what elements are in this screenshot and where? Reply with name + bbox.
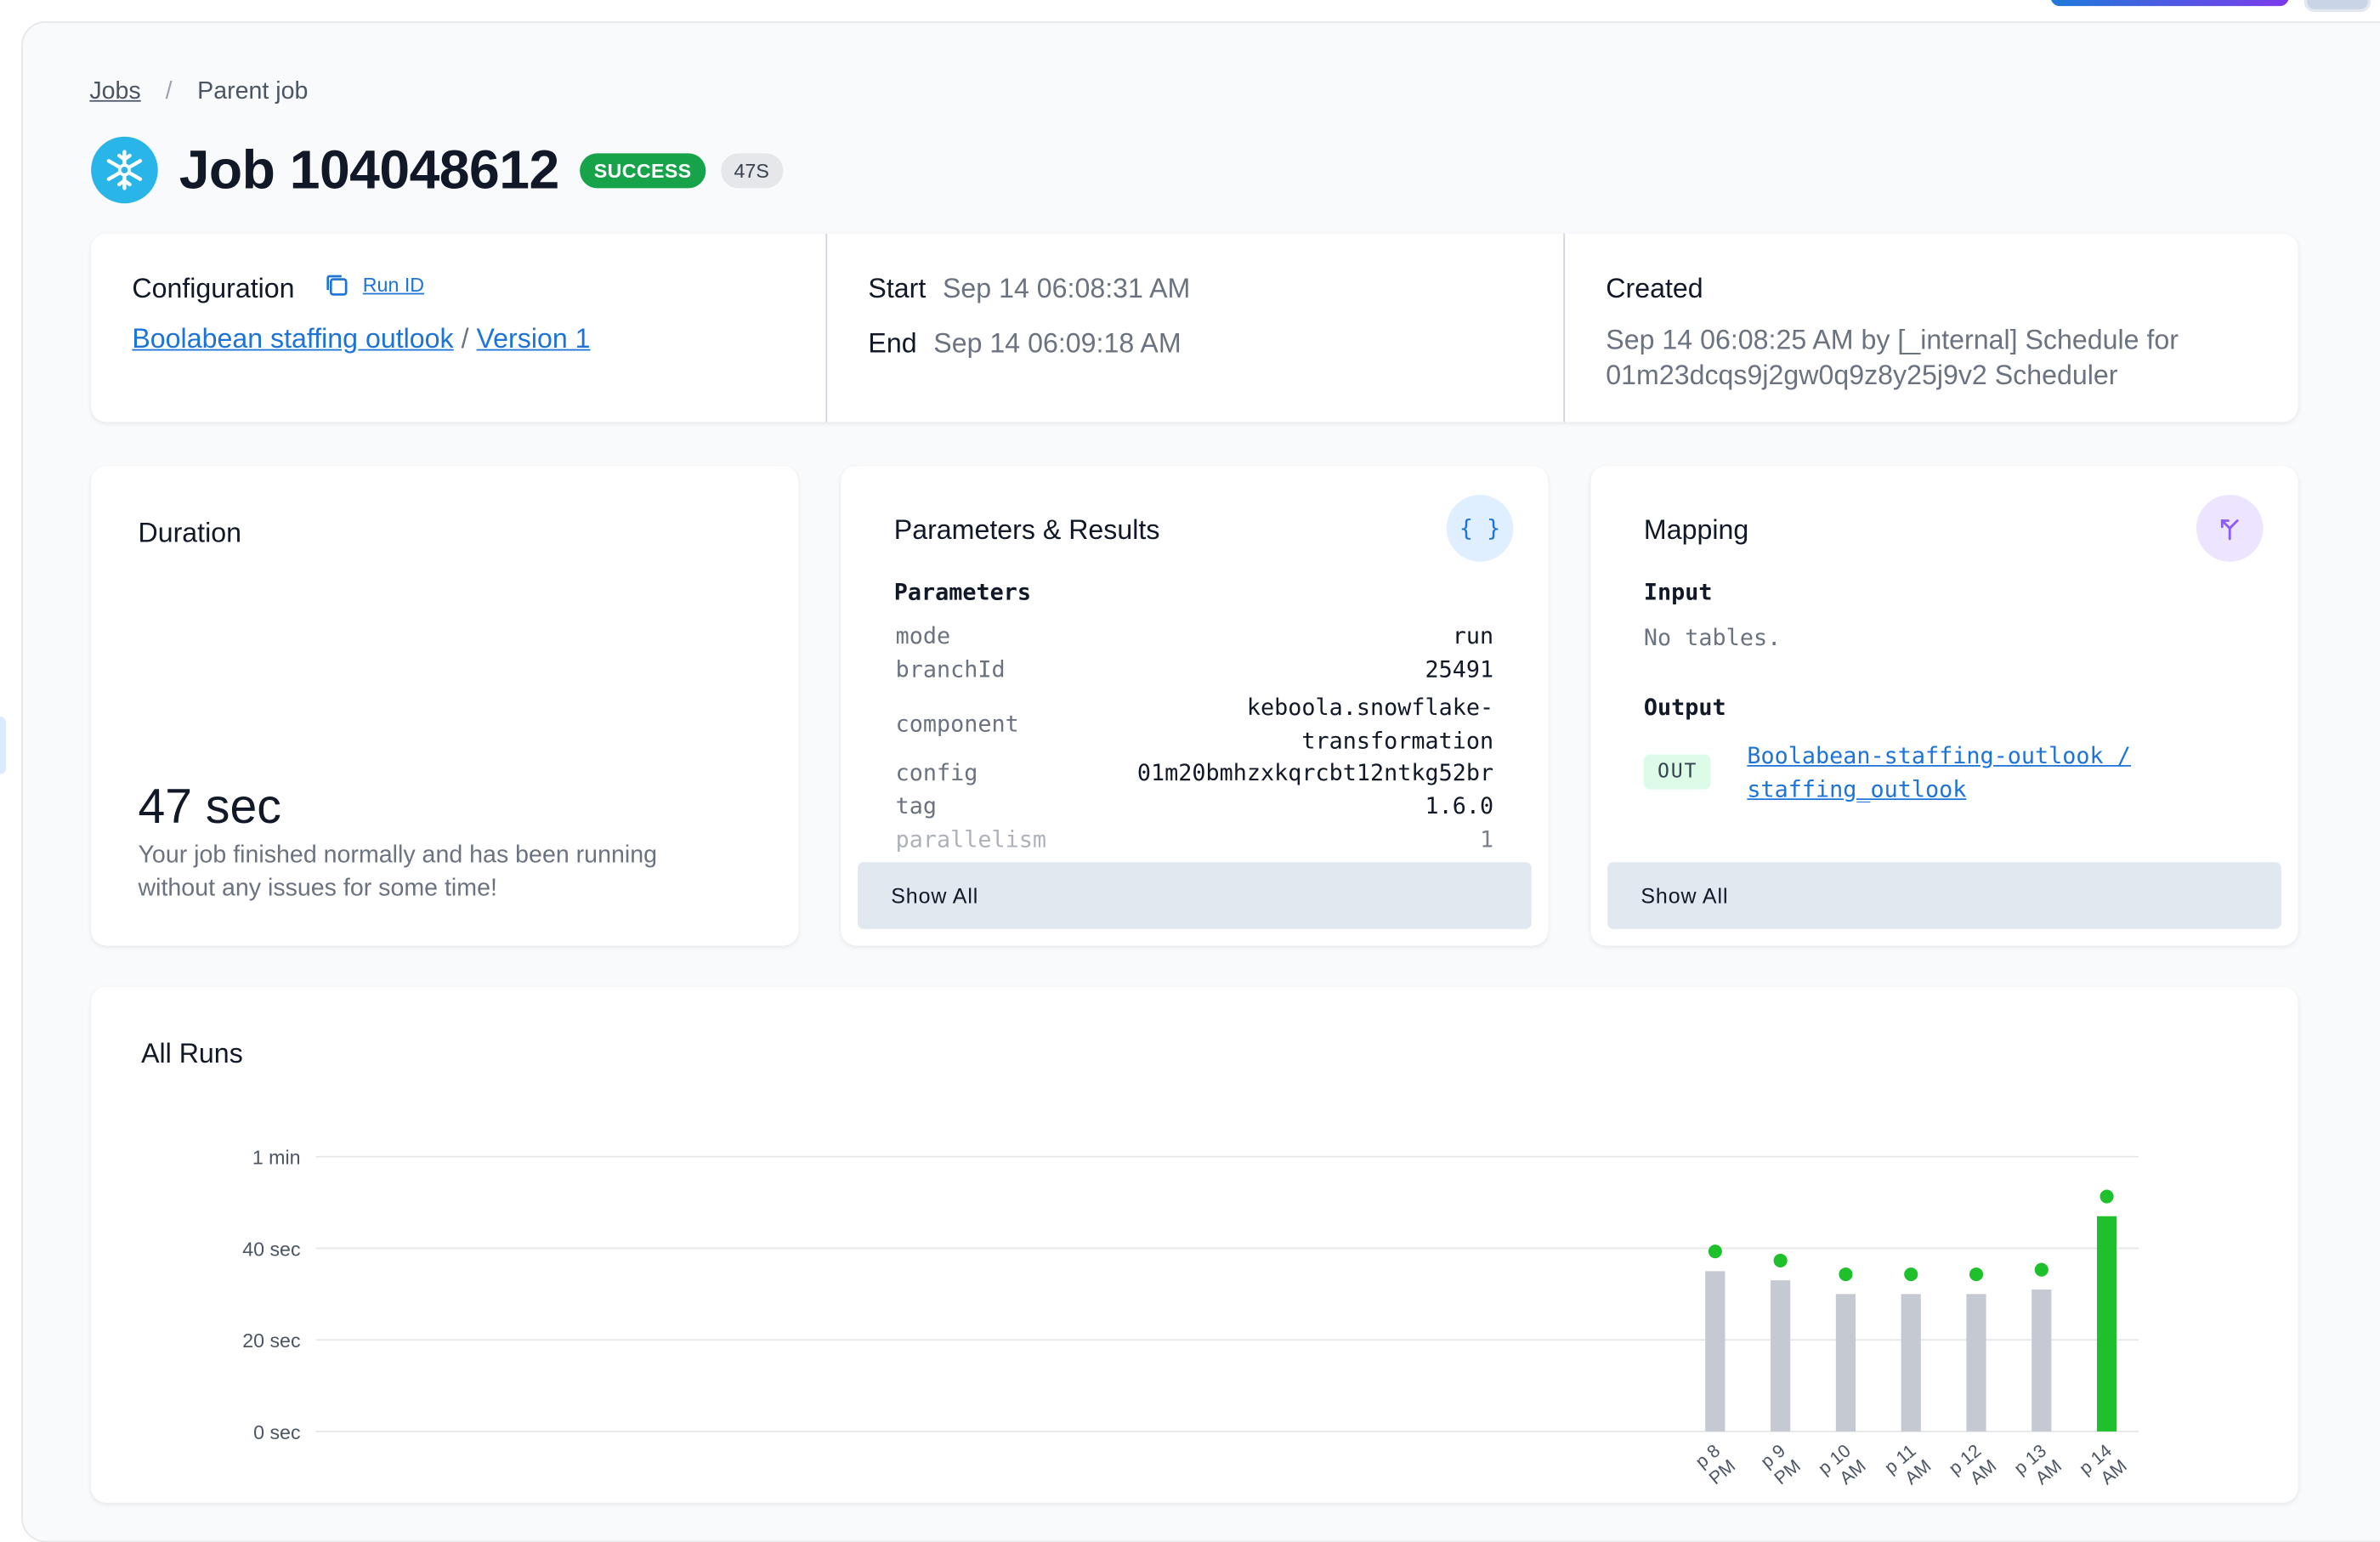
breadcrumb-jobs-link[interactable]: Jobs bbox=[89, 79, 140, 106]
braces-icon[interactable]: { } bbox=[1446, 495, 1514, 562]
end-label: End bbox=[868, 327, 917, 359]
param-row: component keboola.snowflake- transformat… bbox=[896, 691, 1494, 758]
chart-point bbox=[1708, 1244, 1722, 1259]
chart-bar bbox=[2096, 1216, 2117, 1431]
param-value: run bbox=[1452, 622, 1494, 650]
end-value: Sep 14 06:09:18 AM bbox=[933, 327, 1182, 359]
chart-point bbox=[1773, 1253, 1788, 1267]
param-row: tag 1.6.0 bbox=[896, 792, 1494, 819]
param-row: parallelism 1 bbox=[896, 825, 1494, 853]
created-value-line1: Sep 14 06:08:25 AM by [_internal] Schedu… bbox=[1606, 325, 2179, 355]
duration-badge: 47S bbox=[720, 152, 783, 188]
parameters-show-all-button[interactable]: Show All bbox=[857, 862, 1532, 929]
duration-description: Your job finished normally and has been … bbox=[139, 840, 657, 907]
duration-title: Duration bbox=[138, 517, 242, 548]
status-badge: SUCCESS bbox=[580, 152, 706, 188]
all-runs-card: All Runs 1 min 40 sec 20 sec 0 sec p 8 PM p 9P… bbox=[91, 986, 2298, 1503]
version-link[interactable]: Version 1 bbox=[477, 323, 591, 354]
configuration-cell: Configuration Run ID Boolabean staffing … bbox=[91, 234, 825, 422]
duration-description-line1: Your job finished normally and has been … bbox=[138, 842, 657, 869]
param-value-line1: keboola.snowflake- bbox=[1246, 694, 1494, 722]
chart-bar bbox=[1771, 1280, 1791, 1431]
configuration-label: Configuration bbox=[132, 273, 295, 304]
parameters-section-label: Parameters bbox=[893, 578, 1032, 606]
param-key: component bbox=[895, 710, 1019, 738]
run-id-link[interactable]: Run ID bbox=[363, 273, 424, 296]
timing-cell: Start Sep 14 06:08:31 AM End Sep 14 06:0… bbox=[825, 234, 1565, 422]
created-label: Created bbox=[1606, 273, 1703, 304]
all-runs-chart: 1 min40 sec20 sec0 secp 8PM p 9PM p 10AM p … bbox=[242, 1147, 2139, 1488]
parameters-card: Parameters & Results { } Parameters mode… bbox=[841, 466, 1549, 946]
param-key: branchId bbox=[895, 655, 1006, 683]
snowflake-icon bbox=[91, 136, 158, 204]
chart-point bbox=[2100, 1189, 2114, 1204]
page-title: Job 104048612 bbox=[178, 138, 560, 201]
mapping-card: Mapping Input No tables. Output OUT Bool… bbox=[1590, 466, 2298, 946]
app-root: Jobs / Parent job Job 104048612 SUCCESS … bbox=[0, 0, 2380, 1542]
breadcrumb-current: Parent job bbox=[197, 78, 309, 105]
duration-card: Duration 47 sec Your job finished normal… bbox=[91, 466, 799, 946]
out-badge: OUT bbox=[1643, 754, 1712, 790]
job-info-card: Configuration Run ID Boolabean staffing … bbox=[91, 234, 2298, 422]
y-tick-label: 40 sec bbox=[242, 1238, 300, 1260]
chart-bar bbox=[1901, 1294, 1921, 1431]
param-key: tag bbox=[895, 792, 937, 820]
param-row: config 01m20bmhzxkqrcbt12ntkg52br bbox=[896, 759, 1494, 786]
copy-icon[interactable] bbox=[323, 272, 350, 307]
created-value: Sep 14 06:08:25 AM by [_internal] Schedu… bbox=[1606, 323, 2179, 393]
page-header: Job 104048612 SUCCESS 47S bbox=[91, 136, 783, 204]
config-links: Boolabean staffing outlook / Version 1 bbox=[132, 323, 590, 355]
chart-bar bbox=[1966, 1294, 1986, 1431]
param-key: mode bbox=[895, 622, 951, 650]
chart-bar bbox=[1835, 1294, 1856, 1431]
param-value: keboola.snowflake- transformation bbox=[1247, 691, 1493, 758]
config-name-link[interactable]: Boolabean staffing outlook bbox=[132, 323, 453, 354]
param-value: 25491 bbox=[1425, 655, 1494, 683]
parameters-title: Parameters & Results bbox=[893, 514, 1160, 546]
created-cell: Created Sep 14 06:08:25 AM by [_internal… bbox=[1563, 234, 2299, 422]
param-row: mode run bbox=[896, 622, 1494, 649]
start-row: Start Sep 14 06:08:31 AM bbox=[868, 273, 1190, 305]
chart-bar bbox=[1705, 1271, 1726, 1431]
parameters-list: mode run branchId 25491 component kebool… bbox=[841, 615, 1548, 854]
top-action-button[interactable] bbox=[2050, 0, 2289, 7]
config-separator: / bbox=[461, 323, 469, 354]
chart-point bbox=[1839, 1267, 1853, 1282]
chart-point bbox=[1904, 1267, 1918, 1282]
param-row: branchId 25491 bbox=[896, 655, 1494, 683]
sidebar-toggle[interactable] bbox=[0, 716, 7, 774]
y-tick-label: 20 sec bbox=[242, 1329, 300, 1352]
start-label: Start bbox=[868, 273, 926, 304]
param-value-line2: transformation bbox=[1301, 727, 1494, 755]
duration-value: 47 sec bbox=[138, 779, 281, 834]
mapping-show-all-button[interactable]: Show All bbox=[1607, 862, 2281, 929]
chart-bar bbox=[2032, 1289, 2052, 1431]
created-value-line2: 01m23dcqs9j2gw0q9z8y25j9v2 Scheduler bbox=[1606, 360, 2118, 390]
output-table-link-line1: Boolabean-staffing-outlook / bbox=[1747, 742, 2131, 770]
param-key: config bbox=[895, 758, 978, 786]
input-label: Input bbox=[1643, 578, 1713, 606]
output-label: Output bbox=[1643, 694, 1726, 722]
breadcrumb-separator: / bbox=[165, 78, 173, 105]
y-tick-label: 1 min bbox=[252, 1147, 301, 1169]
start-value: Sep 14 06:08:31 AM bbox=[942, 273, 1191, 304]
avatar[interactable] bbox=[2304, 0, 2372, 13]
mapping-title: Mapping bbox=[1643, 514, 1749, 546]
param-value: 01m20bmhzxkqrcbt12ntkg52br bbox=[1136, 758, 1494, 786]
param-key: parallelism bbox=[895, 825, 1046, 853]
param-value: 1.6.0 bbox=[1425, 792, 1494, 820]
chart-point bbox=[1969, 1267, 1984, 1282]
y-tick-label: 0 sec bbox=[253, 1421, 300, 1443]
input-value: No tables. bbox=[1643, 623, 1782, 652]
end-row: End Sep 14 06:09:18 AM bbox=[868, 328, 1181, 360]
output-table-link[interactable]: Boolabean-staffing-outlook / staffing_ou… bbox=[1747, 740, 2131, 807]
param-value: 1 bbox=[1480, 825, 1494, 853]
branch-icon[interactable] bbox=[2196, 495, 2264, 562]
duration-description-line2: without any issues for some time! bbox=[138, 876, 497, 902]
output-table-link-line2: staffing_outlook bbox=[1747, 775, 1967, 803]
chart-point bbox=[2034, 1262, 2048, 1277]
